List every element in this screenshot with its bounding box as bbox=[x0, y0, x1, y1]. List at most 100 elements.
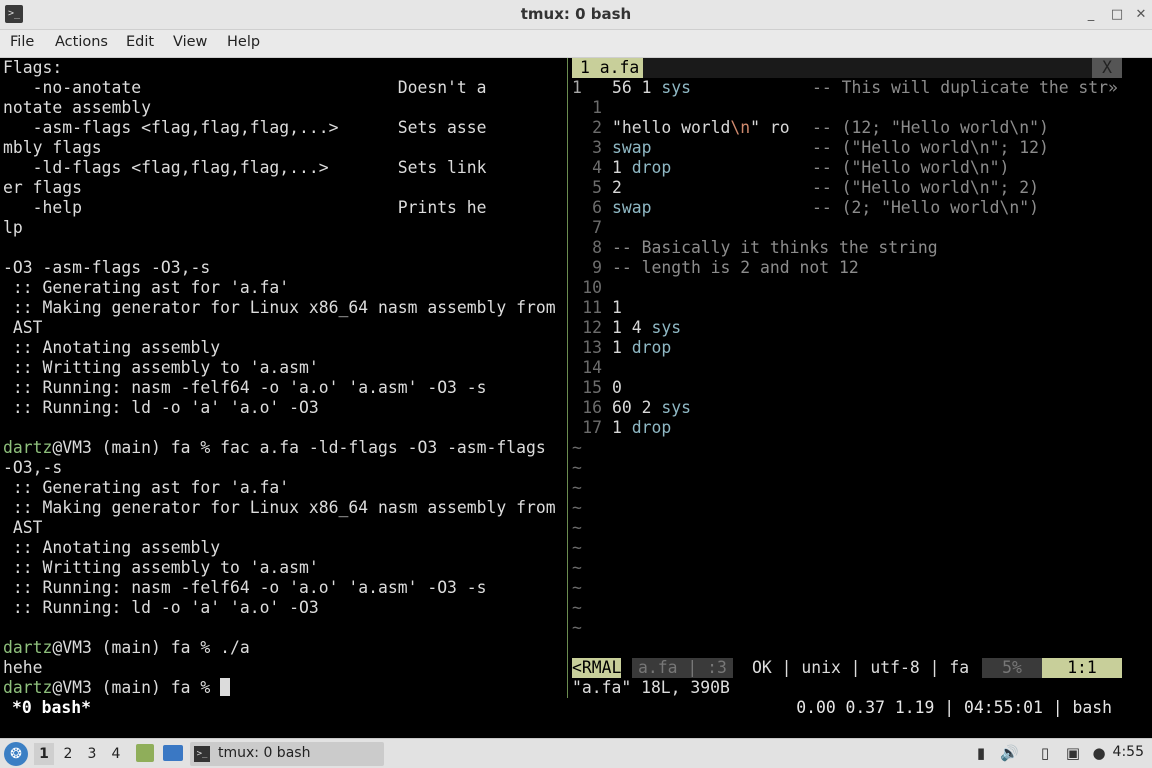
minimize-button[interactable]: _ bbox=[1080, 4, 1102, 26]
menu-edit[interactable]: Edit bbox=[126, 34, 154, 50]
menu-file[interactable]: File bbox=[10, 34, 34, 50]
maximize-button[interactable]: □ bbox=[1106, 4, 1128, 26]
code-keyword: sys bbox=[661, 78, 691, 97]
code-text: 60 2 bbox=[612, 398, 662, 417]
vim-line-code: swap bbox=[612, 138, 651, 158]
terminal-line-text: AST bbox=[3, 318, 43, 337]
menu-bar: File Actions Edit View Help bbox=[0, 30, 1152, 58]
vim-line-code: 1 4 sys bbox=[612, 318, 681, 338]
code-keyword: swap bbox=[612, 138, 652, 157]
terminal-line-text: -ld-flags <flag,flag,flag,...> Sets link bbox=[3, 158, 487, 177]
terminal-line: dartz@VM3 (main) fa % bbox=[3, 678, 231, 698]
vim-tab-close-button[interactable]: X bbox=[1092, 58, 1122, 78]
vim-command-line: "a.fa" 18L, 390B bbox=[572, 678, 730, 697]
vim-tab-a-fa[interactable]: 1 a.fa bbox=[572, 58, 644, 78]
vim-mode-indicator: <RMAL bbox=[572, 658, 622, 678]
terminal-line: AST bbox=[3, 318, 43, 338]
vim-line: 3 swap -- ("Hello world\n"; 12) bbox=[572, 138, 1132, 158]
terminal-line: -no-anotate Doesn't a bbox=[3, 78, 487, 98]
code-escape: \n bbox=[730, 118, 751, 137]
vim-line: 15 0 bbox=[572, 378, 1132, 398]
code-text: 1 bbox=[612, 298, 622, 317]
code-keyword: sys bbox=[651, 318, 682, 337]
code-comment: -- ("Hello world\n") bbox=[812, 158, 1010, 177]
vim-empty-line-marker: ~ bbox=[572, 478, 582, 497]
vim-statusline: <RMAL a.fa | :3 OK | unix | utf-8 | fa 5… bbox=[572, 658, 1122, 678]
menu-view[interactable]: View bbox=[173, 34, 207, 50]
vim-line: 14 bbox=[572, 358, 1132, 378]
terminal-line-text: er flags bbox=[3, 178, 82, 197]
code-text: 2 bbox=[612, 178, 622, 197]
vim-empty-line-marker: ~ bbox=[572, 618, 582, 637]
terminal-line: :: Running: nasm -felf64 -o 'a.o' 'a.asm… bbox=[3, 578, 487, 598]
terminal-line: :: Running: ld -o 'a' 'a.o' -O3 bbox=[3, 598, 319, 618]
code-comment: -- Basically it thinks the string bbox=[612, 238, 938, 257]
clock[interactable]: 4:55 bbox=[1113, 744, 1144, 760]
terminal-line: mbly flags bbox=[3, 138, 102, 158]
terminal-line: AST bbox=[3, 518, 43, 538]
workspace-4[interactable]: 4 bbox=[106, 743, 126, 765]
terminal-line-text: :: Making generator for Linux x86_64 nas… bbox=[3, 498, 556, 517]
clipboard-tray-icon[interactable]: ▮ bbox=[972, 744, 990, 762]
terminal-line-text: :: Running: ld -o 'a' 'a.o' -O3 bbox=[3, 598, 319, 617]
terminal-line-text: notate assembly bbox=[3, 98, 152, 117]
vim-line-code: -- Basically it thinks the string bbox=[612, 238, 938, 258]
notes-tray-icon[interactable]: ▯ bbox=[1036, 744, 1054, 762]
terminal-area[interactable]: Flags: -no-anotate Doesn't a notate assem… bbox=[0, 58, 1152, 738]
terminal-line-text: :: Generating ast for 'a.fa' bbox=[3, 478, 290, 497]
shell-pane[interactable]: Flags: -no-anotate Doesn't a notate assem… bbox=[3, 58, 566, 698]
terminal-line: lp bbox=[3, 218, 23, 238]
menu-help[interactable]: Help bbox=[227, 34, 260, 50]
vim-line: 8 -- Basically it thinks the string bbox=[572, 238, 1132, 258]
vim-line: 41 drop -- ("Hello world\n") bbox=[572, 158, 1132, 178]
terminal-line: dartz@VM3 (main) fa % ./a bbox=[3, 638, 250, 658]
pane-divider[interactable] bbox=[567, 58, 568, 698]
terminal-line-text: :: Running: nasm -felf64 -o 'a.o' 'a.asm… bbox=[3, 578, 487, 597]
tmux-window-name[interactable]: *0 bash* bbox=[12, 698, 91, 718]
code-text: 1 bbox=[612, 418, 632, 437]
vim-line-code: 0 bbox=[612, 378, 622, 398]
vim-pane[interactable]: 1 a.fa X 1 56 1 sys -- This will duplicate… bbox=[572, 58, 1152, 698]
vim-line: 5 2 -- ("Hello world\n"; 2) bbox=[572, 178, 1132, 198]
line-number: 1 bbox=[572, 78, 582, 97]
vim-line-code: -- length is 2 and not 12 bbox=[612, 258, 859, 278]
start-menu-icon[interactable]: ❂ bbox=[4, 742, 28, 766]
terminal-line-text: :: Anotating assembly bbox=[3, 338, 221, 357]
taskbar-task-tmux[interactable]: >_ tmux: 0 bash bbox=[190, 742, 384, 766]
file-manager-icon[interactable] bbox=[136, 744, 154, 762]
terminal-line-text: :: Writting assembly to 'a.asm' bbox=[3, 358, 319, 377]
code-comment: -- This will duplicate the str» bbox=[812, 78, 1118, 97]
workspace-2[interactable]: 2 bbox=[58, 743, 78, 765]
terminal-line-text: :: Writting assembly to 'a.asm' bbox=[3, 558, 319, 577]
code-text: 0 bbox=[612, 378, 622, 397]
terminal-line-text: -O3 -asm-flags -O3,-s bbox=[3, 258, 211, 277]
terminal-line: :: Running: nasm -felf64 -o 'a.o' 'a.asm… bbox=[3, 378, 487, 398]
code-keyword: swap bbox=[612, 198, 652, 217]
menu-actions[interactable]: Actions bbox=[55, 34, 108, 50]
code-comment: -- ("Hello world\n"; 12) bbox=[812, 138, 1049, 157]
line-number: 16 bbox=[582, 398, 602, 417]
code-text: 1 4 bbox=[612, 318, 652, 337]
terminal-line-text: mbly flags bbox=[3, 138, 102, 157]
vim-line: 2 "hello world\n" ro -- (12; "Hello world\… bbox=[572, 118, 1132, 138]
code-string: " ro bbox=[750, 118, 790, 137]
prompt-user: dartz bbox=[3, 678, 53, 697]
vim-line: 11 1 bbox=[572, 298, 1132, 318]
vim-line: 6 swap -- (2; "Hello world\n") bbox=[572, 198, 1132, 218]
line-number: 15 bbox=[582, 378, 602, 397]
vim-line: 1 bbox=[572, 98, 1132, 118]
code-text: 1 bbox=[612, 158, 632, 177]
vim-line: 12 1 4 sys bbox=[572, 318, 1132, 338]
volume-icon[interactable]: 🔊 bbox=[1000, 744, 1019, 762]
terminal-line-text: -asm-flags <flag,flag,flag,...> Sets ass… bbox=[3, 118, 487, 137]
notification-icon[interactable]: ● bbox=[1090, 744, 1108, 762]
vim-file-info: OK | unix | utf-8 | fa bbox=[752, 658, 970, 677]
show-desktop-icon[interactable] bbox=[163, 745, 183, 761]
vim-empty-line-marker: ~ bbox=[572, 498, 582, 517]
terminal-line-text: -no-anotate Doesn't a bbox=[3, 78, 487, 97]
terminal-line-text: :: Making generator for Linux x86_64 nas… bbox=[3, 298, 556, 317]
workspace-3[interactable]: 3 bbox=[82, 743, 102, 765]
close-button[interactable]: ✕ bbox=[1130, 4, 1152, 26]
network-icon[interactable]: ▣ bbox=[1064, 744, 1082, 762]
workspace-1[interactable]: 1 bbox=[34, 743, 54, 765]
